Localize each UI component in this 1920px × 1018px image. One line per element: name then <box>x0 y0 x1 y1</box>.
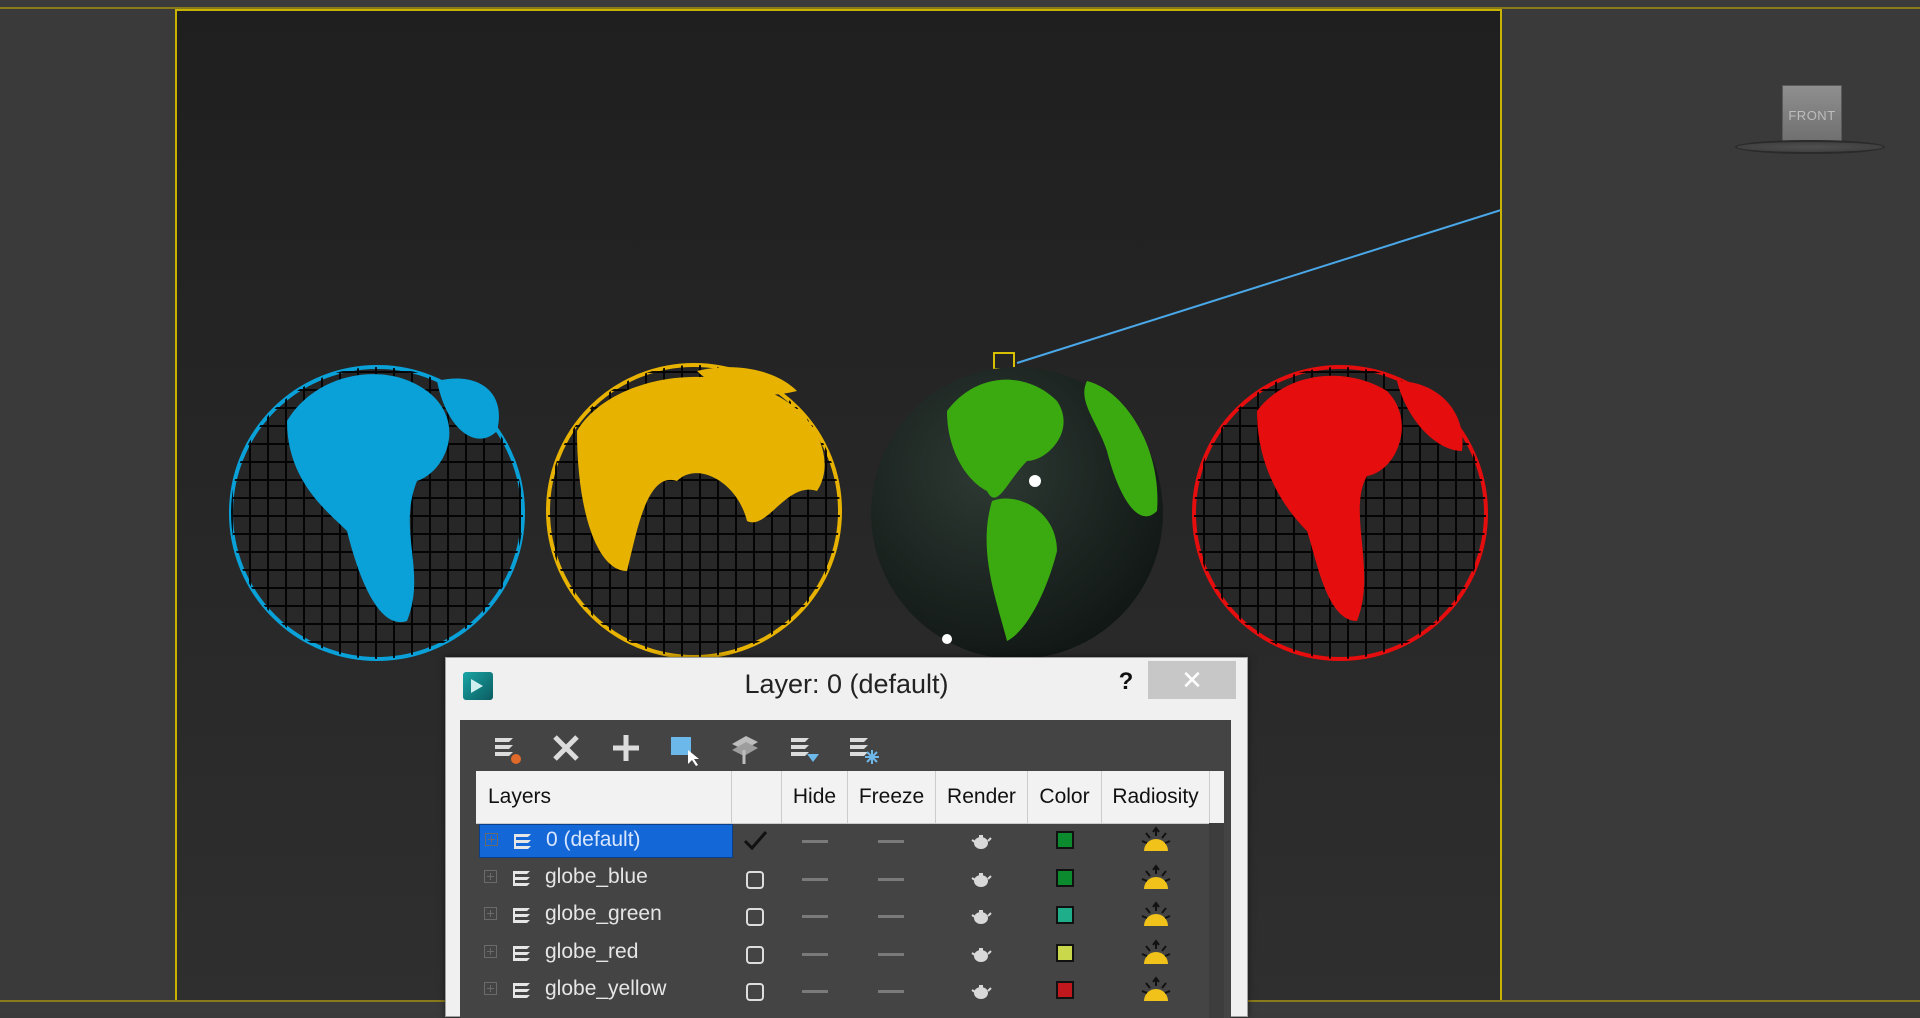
add-to-layer-icon[interactable] <box>606 728 646 768</box>
freeze-toggle[interactable] <box>878 915 904 918</box>
col-hide[interactable]: Hide <box>782 771 848 823</box>
radiosity-sun-icon[interactable] <box>1139 975 1173 1007</box>
render-teapot-icon[interactable] <box>970 945 992 963</box>
color-swatch[interactable] <box>1056 943 1074 962</box>
link-line <box>1016 209 1500 364</box>
close-button[interactable]: ✕ <box>1148 661 1236 699</box>
layer-name: globe_green <box>545 902 662 925</box>
active-cell[interactable] <box>736 823 772 860</box>
col-color[interactable]: Color <box>1028 771 1102 823</box>
selection-marker <box>993 352 1015 370</box>
radiosity-sun-icon[interactable] <box>1139 863 1173 895</box>
render-teapot-icon[interactable] <box>970 982 992 1000</box>
table-header: Layers Hide Freeze Render Color Radiosit… <box>476 771 1224 824</box>
vertical-scrollbar[interactable] <box>1209 823 1224 1018</box>
layer-name-cell[interactable]: globe_blue <box>479 862 733 896</box>
hide-all-layers-icon[interactable] <box>783 728 823 768</box>
active-cell[interactable] <box>739 936 775 973</box>
render-teapot-icon[interactable] <box>970 870 992 888</box>
layer-name: globe_yellow <box>545 977 667 1000</box>
col-render[interactable]: Render <box>936 771 1028 823</box>
freeze-toggle[interactable] <box>878 952 904 956</box>
viewcube[interactable]: FRONT <box>1735 80 1885 160</box>
layer-icon <box>513 870 530 886</box>
top-frame-border <box>0 0 1920 9</box>
globe-red[interactable] <box>1192 365 1488 661</box>
hide-toggle[interactable] <box>802 990 828 993</box>
layer-name-cell[interactable]: globe_yellow <box>479 974 733 1008</box>
help-button[interactable]: ? <box>1106 664 1146 700</box>
globe-green[interactable] <box>871 367 1163 659</box>
layer-name-cell[interactable]: 0 (default) <box>479 824 733 858</box>
table-row[interactable]: globe_blue <box>476 861 1224 898</box>
select-objects-icon[interactable] <box>664 728 704 768</box>
layer-name: globe_blue <box>545 864 648 888</box>
layer-icon <box>513 908 530 923</box>
freeze-toggle[interactable] <box>878 877 904 881</box>
viewcube-front-face[interactable]: FRONT <box>1782 85 1842 145</box>
layer-name-cell[interactable]: globe_green <box>479 899 733 933</box>
layer-dialog: Layer: 0 (default) ? ✕ Layers Hide Freez… <box>445 657 1248 1018</box>
highlight-selected-icon[interactable] <box>724 728 764 768</box>
hide-toggle[interactable] <box>802 877 828 881</box>
active-checkbox[interactable] <box>746 983 764 1001</box>
active-checkbox[interactable] <box>746 908 764 926</box>
table-row[interactable]: globe_green <box>476 898 1224 935</box>
col-active[interactable] <box>732 771 782 823</box>
freeze-toggle[interactable] <box>878 990 904 993</box>
expand-icon[interactable] <box>484 907 497 920</box>
layer-name-cell[interactable]: globe_red <box>479 937 733 971</box>
col-freeze[interactable]: Freeze <box>848 771 936 823</box>
freeze-toggle[interactable] <box>878 840 904 843</box>
layer-name: globe_red <box>545 939 639 963</box>
hide-toggle[interactable] <box>802 952 828 956</box>
expand-icon[interactable] <box>484 869 497 883</box>
hide-toggle[interactable] <box>802 840 828 843</box>
expand-icon[interactable] <box>484 944 497 958</box>
table-row[interactable]: globe_red <box>476 936 1224 973</box>
color-swatch[interactable] <box>1056 981 1074 999</box>
radiosity-sun-icon[interactable] <box>1139 900 1173 932</box>
globe-yellow[interactable] <box>546 363 842 659</box>
expand-icon[interactable] <box>484 982 497 995</box>
layers-table: Layers Hide Freeze Render Color Radiosit… <box>476 771 1224 1018</box>
active-cell[interactable] <box>739 861 775 898</box>
active-cell[interactable] <box>739 898 775 935</box>
col-radiosity[interactable]: Radiosity <box>1102 771 1210 823</box>
hide-toggle[interactable] <box>802 915 828 918</box>
layer-toolbar <box>460 720 1231 774</box>
render-teapot-icon[interactable] <box>970 907 992 925</box>
viewcube-compass-ring[interactable] <box>1735 140 1885 154</box>
col-layers[interactable]: Layers <box>476 771 732 823</box>
active-cell[interactable] <box>739 973 775 1010</box>
table-row[interactable]: globe_yellow <box>476 973 1224 1010</box>
render-teapot-icon[interactable] <box>970 832 992 850</box>
delete-layer-icon[interactable] <box>546 728 586 768</box>
create-new-layer-icon[interactable] <box>487 728 527 768</box>
color-swatch[interactable] <box>1056 906 1074 924</box>
active-check-icon <box>743 831 768 851</box>
globe-blue[interactable] <box>229 365 525 661</box>
layer-icon <box>513 983 530 998</box>
color-swatch[interactable] <box>1056 831 1074 849</box>
layer-panel: Layers Hide Freeze Render Color Radiosit… <box>460 720 1231 1018</box>
active-checkbox[interactable] <box>746 945 764 964</box>
table-row[interactable]: 0 (default) <box>476 823 1224 860</box>
radiosity-sun-icon[interactable] <box>1139 825 1173 857</box>
color-swatch[interactable] <box>1056 868 1074 887</box>
layer-icon <box>513 945 530 961</box>
expand-icon[interactable] <box>485 833 498 846</box>
layer-icon <box>514 834 531 849</box>
freeze-all-layers-icon[interactable] <box>842 728 882 768</box>
dialog-titlebar[interactable]: Layer: 0 (default) ? ✕ <box>446 658 1247 708</box>
layer-name: 0 (default) <box>546 828 641 851</box>
radiosity-sun-icon[interactable] <box>1139 938 1173 970</box>
active-checkbox[interactable] <box>746 870 764 889</box>
